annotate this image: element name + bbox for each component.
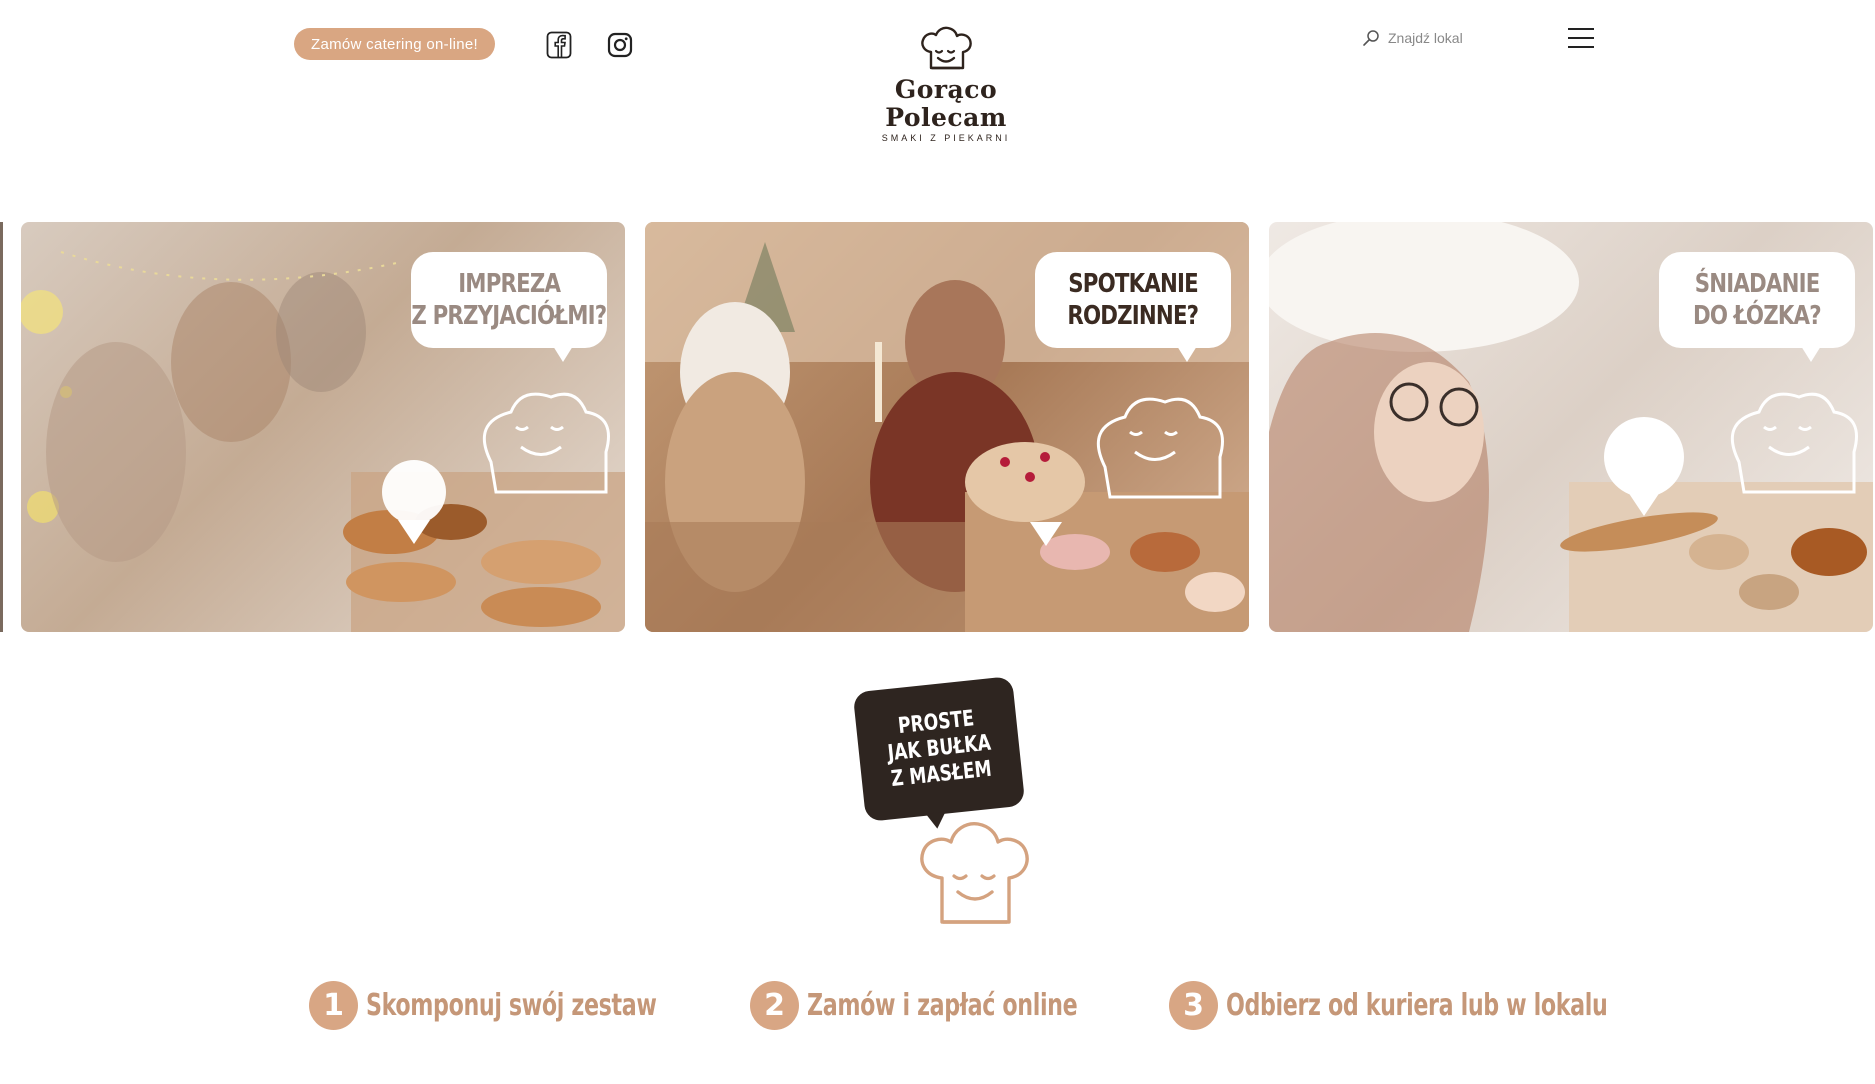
step-label: Skomponuj swój zestaw [366,987,657,1023]
occasion-line-2: Z PRZYJACIÓŁMI? [411,301,608,331]
occasion-cards: IMPREZA Z PRZYJACIÓŁMI? SPOTKANIE RODZIN… [0,222,1875,634]
step-2: 2 Zamów i zapłać online [750,980,1172,1030]
order-steps: 1 Skomponuj swój zestaw 2 Zamów i zapłać… [0,980,1875,1030]
facebook-icon [546,31,572,59]
step-number: 1 [309,980,358,1030]
site-header: Zamów catering on-line! Gorąco Polecam S… [0,0,1875,143]
logo[interactable]: Gorąco Polecam SMAKI Z PIEKARNI [840,26,1052,143]
find-location-search[interactable] [1362,28,1522,48]
step-1: 1 Skomponuj swój zestaw [309,980,759,1030]
chef-hat-logo-icon [921,26,972,70]
occasion-bubble: IMPREZA Z PRZYJACIÓŁMI? [411,252,608,362]
occasion-bubble: ŚNIADANIE DO ŁÓZKA? [1659,252,1855,362]
step-number: 2 [750,980,799,1030]
order-catering-button[interactable]: Zamów catering on-line! [294,28,495,60]
step-label: Zamów i zapłać online [807,987,1078,1023]
occasion-card-breakfast[interactable]: ŚNIADANIE DO ŁÓZKA? [1269,222,1873,632]
previous-card-edge[interactable] [0,222,3,632]
search-input[interactable] [1386,29,1520,47]
speech-badge: PROSTE JAK BUŁKA Z MASŁEM [852,675,1026,823]
chef-hat-icon [920,822,1029,924]
logo-brand-name: Gorąco Polecam [885,75,1007,132]
step-label: Odbierz od kuriera lub w lokalu [1226,987,1608,1023]
search-icon [1363,30,1379,46]
occasion-line-1: ŚNIADANIE [1694,269,1821,299]
facebook-link[interactable] [544,30,574,60]
simple-badge: PROSTE JAK BUŁKA Z MASŁEM [852,675,1035,929]
instagram-icon [607,32,633,58]
instagram-link[interactable] [605,30,635,60]
step-number: 3 [1169,980,1218,1030]
occasion-card-party[interactable]: IMPREZA Z PRZYJACIÓŁMI? [21,222,625,632]
occasion-line-2: DO ŁÓZKA? [1693,301,1822,331]
occasion-bubble: SPOTKANIE RODZINNE? [1035,252,1231,362]
hamburger-menu-icon[interactable] [1568,27,1594,49]
logo-tagline: SMAKI Z PIEKARNI [881,133,1011,143]
occasion-line-1: IMPREZA [458,269,561,299]
occasion-line-1: SPOTKANIE [1068,269,1198,299]
occasion-card-family[interactable]: SPOTKANIE RODZINNE? [645,222,1249,632]
step-3: 3 Odbierz od kuriera lub w lokalu [1169,980,1741,1030]
occasion-line-2: RODZINNE? [1067,301,1200,331]
